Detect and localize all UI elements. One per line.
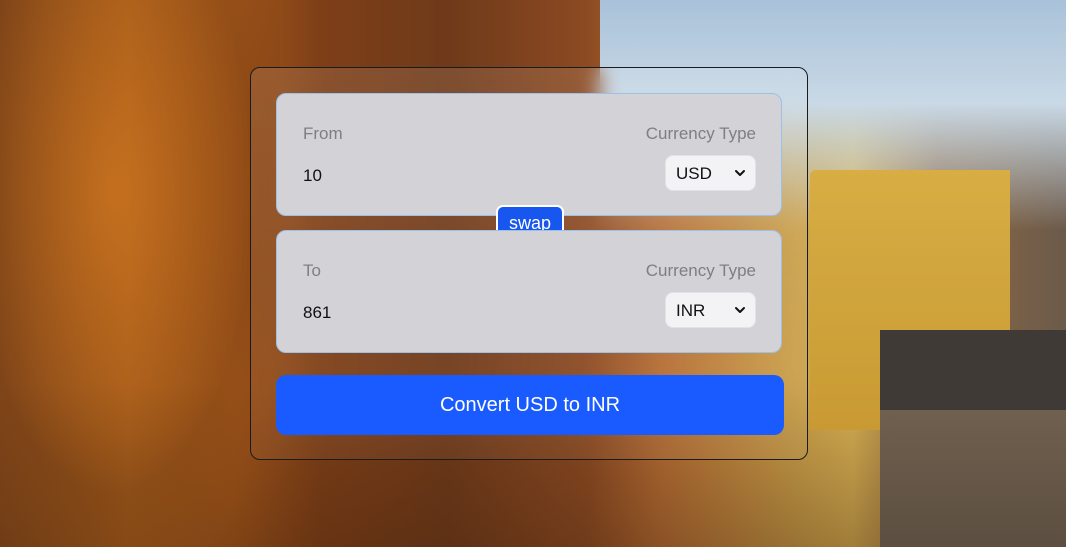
background-roof (880, 330, 1066, 410)
from-panel: From Currency Type 10 USD (276, 93, 782, 216)
from-amount-input[interactable]: 10 (303, 166, 322, 186)
to-panel: To Currency Type 861 INR (276, 230, 782, 353)
convert-button[interactable]: Convert USD to INR (276, 375, 784, 435)
chevron-down-icon (735, 307, 745, 313)
from-label: From (303, 124, 343, 143)
to-label: To (303, 261, 321, 280)
to-amount-input[interactable]: 861 (303, 303, 331, 323)
to-currency-value: INR (676, 301, 706, 320)
background-tree (0, 0, 280, 547)
from-currency-type-label: Currency Type (645, 124, 756, 143)
chevron-down-icon (735, 170, 745, 176)
currency-converter-card: From Currency Type 10 USD swap To Curren… (250, 67, 808, 460)
to-currency-type-label: Currency Type (645, 261, 756, 280)
to-currency-select[interactable]: INR (665, 292, 756, 328)
from-currency-value: USD (676, 164, 712, 183)
from-currency-select[interactable]: USD (665, 155, 756, 191)
